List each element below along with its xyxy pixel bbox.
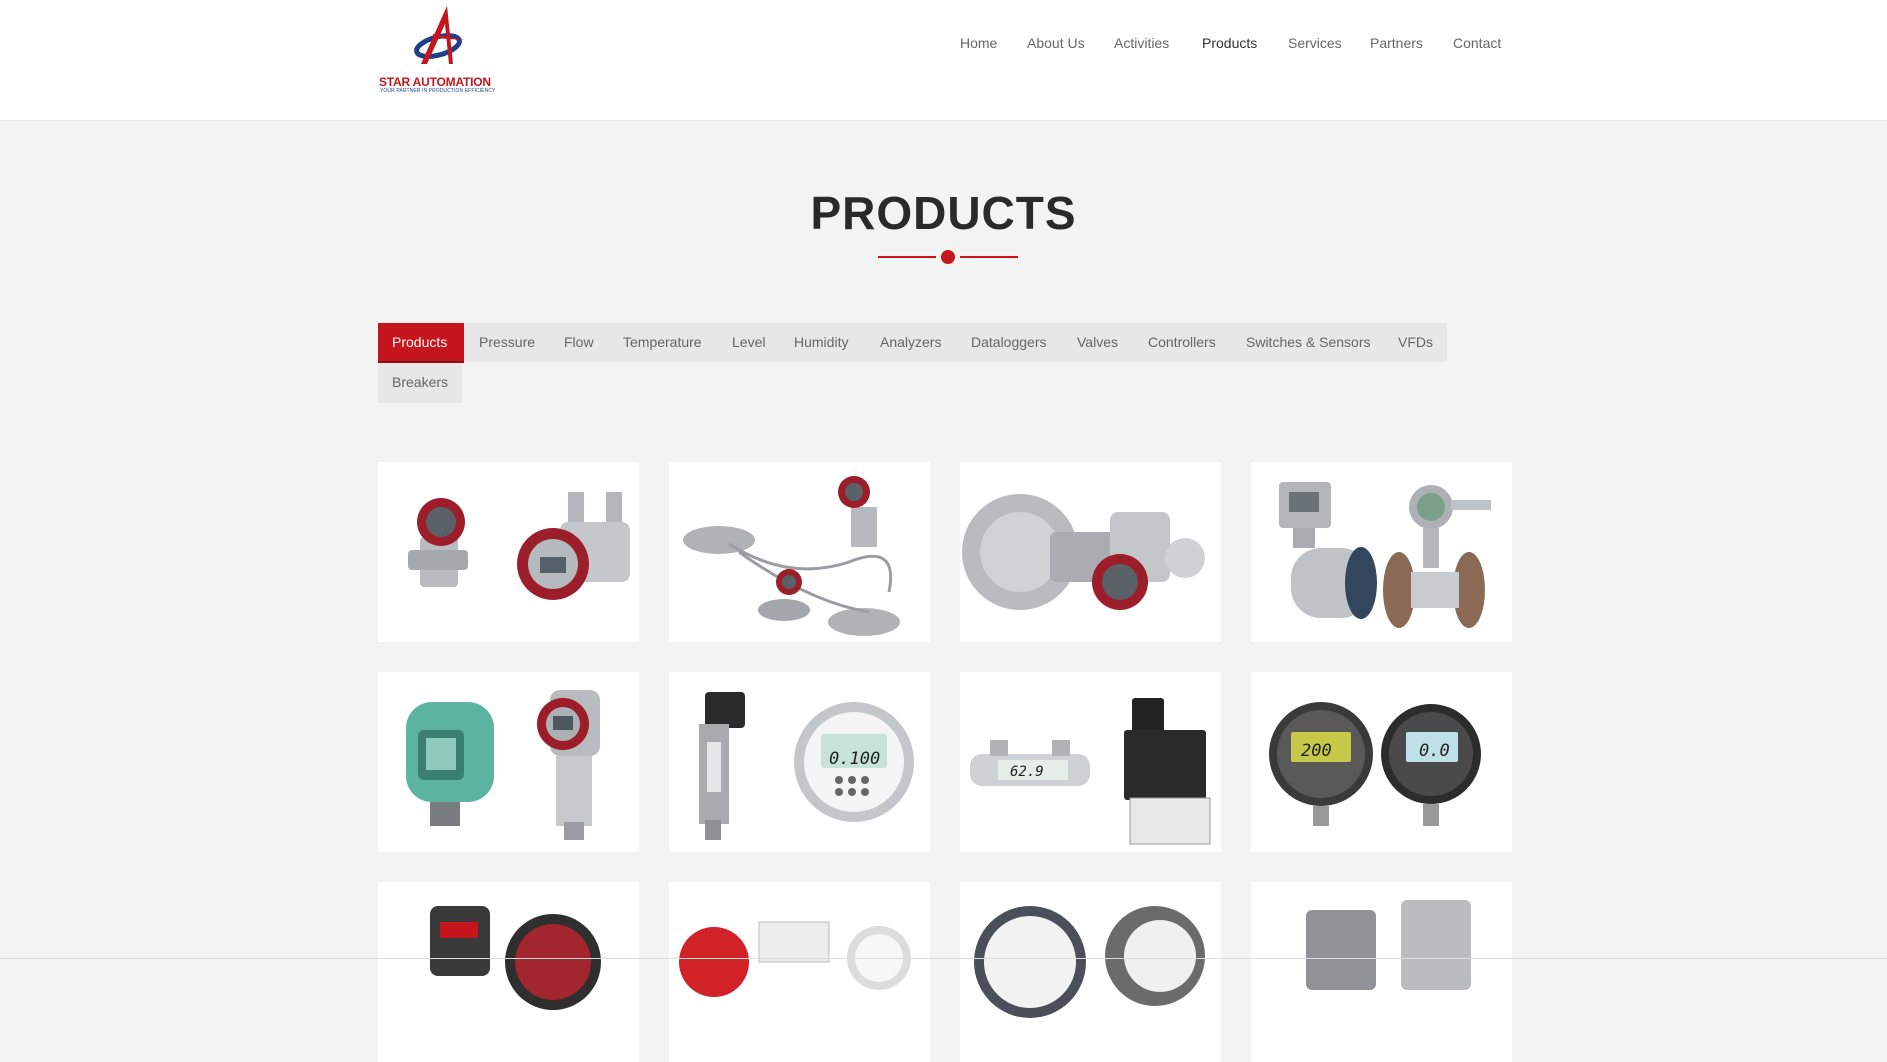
tab-pressure[interactable]: Pressure (479, 334, 535, 350)
product-card[interactable] (1251, 462, 1512, 642)
page-title: PRODUCTS (810, 187, 1077, 239)
logo-wordmark: STAR AUTOMATION (379, 75, 491, 89)
nav-home[interactable]: Home (960, 35, 997, 51)
controller-and-gauge-image (430, 906, 601, 1010)
logo-tagline: YOUR PARTNER IN PRODUCTION EFFICIENCY (380, 88, 496, 94)
gauge-readout-3: 200 (1301, 741, 1332, 761)
tab-level[interactable]: Level (732, 334, 765, 350)
differential-pressure-indicator-image: 62.9 (970, 698, 1211, 845)
remote-seal-transmitters-image (683, 476, 900, 636)
nav-partners[interactable]: Partners (1370, 35, 1423, 51)
product-card[interactable] (960, 462, 1221, 642)
tab-controllers[interactable]: Controllers (1148, 334, 1216, 350)
gauge-readout-2: 62.9 (1010, 764, 1044, 780)
digital-pressure-gauge-transducer-image: 0.100 (699, 692, 914, 840)
product-card[interactable] (960, 882, 1221, 1062)
title-divider (876, 247, 1020, 267)
electromagnetic-flowmeters-image (1279, 482, 1491, 628)
product-card[interactable] (378, 882, 639, 1062)
nav-services[interactable]: Services (1288, 35, 1342, 51)
dial-gauges-image (974, 906, 1205, 1018)
gauges-and-controllers-image (679, 921, 911, 997)
tab-humidity[interactable]: Humidity (794, 334, 848, 350)
product-card[interactable] (669, 462, 930, 642)
product-card[interactable] (669, 882, 930, 1062)
main-nav: Home About Us Activities Products Servic… (0, 35, 1887, 55)
nav-products[interactable]: Products (1202, 35, 1257, 51)
product-card[interactable]: 200 0.0 (1251, 672, 1512, 852)
divider-line-left (878, 256, 936, 258)
nav-about-us[interactable]: About Us (1027, 35, 1085, 51)
tab-analyzers[interactable]: Analyzers (880, 334, 941, 350)
tab-flow[interactable]: Flow (564, 334, 594, 350)
divider-line-right (960, 256, 1018, 258)
tab-breakers[interactable]: Breakers (392, 374, 448, 390)
tab-valves[interactable]: Valves (1077, 334, 1118, 350)
product-card[interactable] (1251, 882, 1512, 1062)
tab-temperature[interactable]: Temperature (623, 334, 702, 350)
nav-contact[interactable]: Contact (1453, 35, 1501, 51)
pressure-transmitters-pair-image (408, 492, 630, 600)
digital-pressure-gauges-image: 200 0.0 (1269, 702, 1481, 826)
product-card[interactable] (378, 462, 639, 642)
gauge-readout-4: 0.0 (1419, 741, 1450, 761)
tab-switches-sensors[interactable]: Switches & Sensors (1246, 334, 1371, 350)
tab-dataloggers[interactable]: Dataloggers (971, 334, 1047, 350)
gauge-readout-1: 0.100 (829, 749, 880, 769)
product-card[interactable]: 62.9 (960, 672, 1221, 852)
flange-level-transmitter-image (962, 494, 1205, 610)
explosion-proof-enclosures-image (1306, 900, 1471, 990)
site-header: STAR AUTOMATION YOUR PARTNER IN PRODUCTI… (0, 0, 1887, 121)
green-transmitter-pair-image (406, 690, 600, 840)
tab-products[interactable]: Products (392, 334, 447, 350)
product-card[interactable] (378, 672, 639, 852)
product-card[interactable]: 0.100 (669, 672, 930, 852)
nav-activities[interactable]: Activities (1114, 35, 1169, 51)
divider-dot (941, 250, 955, 264)
tab-vfds[interactable]: VFDs (1398, 334, 1433, 350)
